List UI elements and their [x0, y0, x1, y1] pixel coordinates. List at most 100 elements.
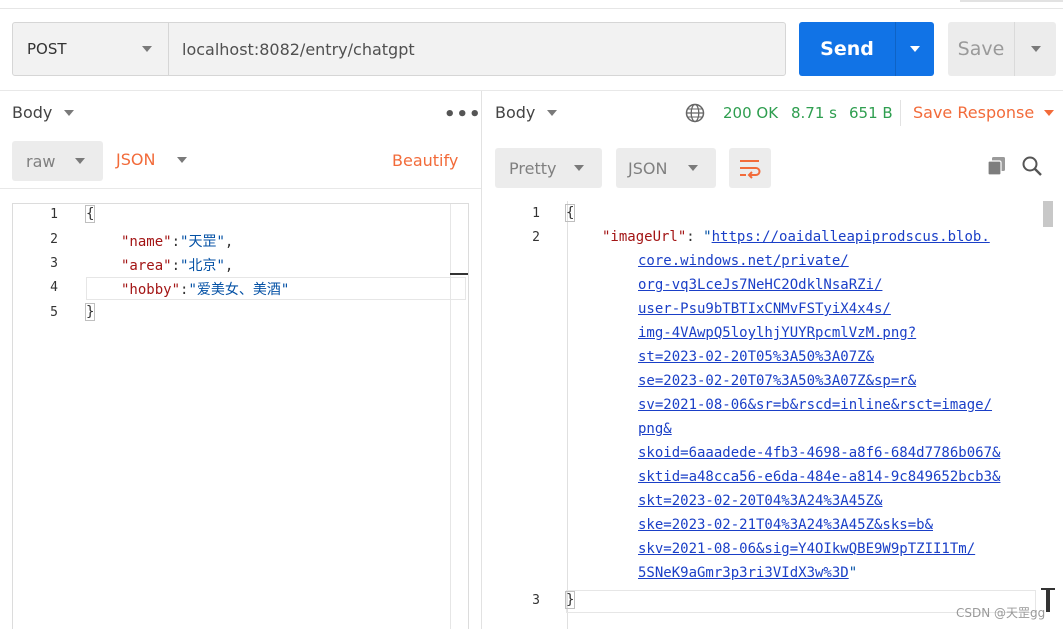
save-options-button[interactable] — [1014, 22, 1056, 76]
body-mode-select[interactable]: raw — [12, 141, 103, 181]
close-brace: } — [564, 591, 576, 609]
image-url-link[interactable]: ske=2023-02-21T04%3A24%3A45Z&sks=b& — [638, 517, 933, 533]
response-body-tab[interactable]: Body — [495, 103, 558, 122]
chevron-down-icon — [64, 109, 75, 116]
more-dots-icon[interactable]: ••• — [444, 104, 482, 125]
json-comma: , — [224, 258, 234, 274]
image-url-link[interactable]: se=2023-02-20T07%3A50%3A07Z&sp=r& — [638, 373, 916, 389]
status-divider — [900, 100, 901, 126]
response-body-label: Body — [495, 103, 536, 122]
response-size[interactable]: 651 B — [849, 104, 893, 122]
image-url-link[interactable]: img-4VAwpQ5loylhjYUYRpcmlVzM.png? — [638, 325, 916, 341]
top-border — [0, 0, 1063, 9]
viewer-scrollbar-thumb[interactable] — [1043, 201, 1053, 227]
response-url-last-line: 5SNeK9aGmr3p3ri3VIdX3w%3D" — [638, 565, 857, 581]
send-button-group: Send — [799, 22, 934, 76]
toolbar-divider — [0, 90, 1063, 91]
close-brace: } — [84, 303, 96, 321]
image-url-link[interactable]: core.windows.net/private/ — [638, 253, 849, 269]
response-open-brace: { — [564, 204, 576, 222]
wrap-lines-button[interactable] — [729, 148, 771, 188]
chevron-down-icon — [574, 165, 584, 171]
send-options-button[interactable] — [895, 22, 934, 76]
code-line: "hobby":"爱美女、美酒" — [121, 279, 289, 299]
json-colon: : — [171, 234, 181, 250]
line-number: 2 — [50, 232, 58, 247]
chevron-down-icon — [75, 158, 85, 164]
image-url-link[interactable]: skt=2023-02-20T04%3A24%3A45Z& — [638, 493, 882, 509]
json-comma: , — [224, 234, 234, 250]
code-line: "name":"天罡", — [121, 231, 233, 251]
status-code[interactable]: 200 OK — [723, 104, 778, 122]
request-url-bar: POST localhost:8082/entry/chatgpt — [12, 22, 786, 76]
image-url-link[interactable]: org-vq3LceJs7NeHC2OdklNsaRZi/ — [638, 277, 882, 293]
image-url-link[interactable]: https://oaidalleapiprodscus.blob. — [712, 229, 990, 245]
chevron-down-icon — [688, 165, 698, 171]
json-key: "area" — [121, 258, 172, 274]
send-button[interactable]: Send — [799, 22, 895, 76]
image-url-link[interactable]: skoid=6aaadede-4fb3-4698-a8f6-684d7786b0… — [638, 445, 1000, 461]
editor-scrollbar[interactable] — [450, 204, 468, 629]
copy-icon[interactable] — [986, 155, 1008, 181]
response-time[interactable]: 8.71 s — [791, 104, 837, 122]
line-number: 5 — [50, 305, 58, 320]
chevron-down-icon — [547, 109, 558, 116]
chevron-down-icon — [142, 46, 152, 52]
indent-guide — [567, 201, 568, 629]
image-url-link[interactable]: user-Psu9bTBTIxCNMvFSTyiX4x4s/ — [638, 301, 891, 317]
pane-divider[interactable] — [481, 91, 482, 629]
response-close-brace: } — [564, 591, 576, 609]
save-response-label: Save Response — [913, 103, 1035, 122]
json-colon: : — [171, 258, 181, 274]
line-number: 2 — [532, 230, 540, 245]
json-key: "imageUrl" — [602, 229, 687, 245]
method-select[interactable]: POST — [13, 23, 169, 75]
open-brace: { — [84, 205, 96, 223]
chevron-down-icon — [1044, 109, 1055, 116]
body-format-select[interactable]: JSON — [116, 150, 188, 169]
line-number: 1 — [532, 206, 540, 221]
line-number: 4 — [50, 280, 58, 295]
save-response-button[interactable]: Save Response — [913, 103, 1055, 122]
image-url-link[interactable]: 5SNeK9aGmr3p3ri3VIdX3w%3D — [638, 565, 849, 581]
request-body-editor[interactable] — [12, 203, 469, 629]
view-mode-label: Pretty — [509, 158, 557, 178]
chevron-down-icon — [177, 156, 188, 163]
watermark: CSDN @天罡gg — [956, 606, 1046, 620]
code-line: "area":"北京", — [121, 255, 233, 275]
globe-icon[interactable] — [684, 102, 706, 128]
line-number: 3 — [532, 593, 540, 608]
response-format-select[interactable]: JSON — [616, 148, 716, 188]
request-body-label: Body — [12, 103, 53, 122]
line-number: 3 — [50, 256, 58, 271]
json-value: "爱美女、美酒" — [188, 282, 290, 298]
image-url-link[interactable]: skv=2021-08-06&sig=Y4OIkwQBE9W9pTZII1Tm/ — [638, 541, 975, 557]
json-key: "name" — [121, 234, 172, 250]
search-icon[interactable] — [1021, 155, 1043, 181]
method-label: POST — [27, 40, 67, 58]
json-key: "hobby" — [121, 282, 181, 298]
text-cursor — [450, 273, 468, 275]
url-input[interactable]: localhost:8082/entry/chatgpt — [169, 23, 785, 75]
image-url-link[interactable]: png& — [638, 421, 672, 437]
image-url-link[interactable]: sktid=a48cca56-e6da-484e-a814-9c849652bc… — [638, 469, 1000, 485]
save-button-group: Save — [948, 22, 1056, 76]
code-line: } — [84, 303, 96, 321]
view-mode-select[interactable]: Pretty — [495, 148, 602, 188]
json-value: "北京" — [180, 258, 225, 274]
open-brace: { — [564, 204, 576, 222]
beautify-button[interactable]: Beautify — [392, 151, 458, 170]
line-number: 1 — [50, 207, 58, 222]
image-url-link[interactable]: sv=2021-08-06&sr=b&rscd=inline&rsct=imag… — [638, 397, 992, 413]
request-body-tab[interactable]: Body — [12, 103, 75, 122]
url-text: localhost:8082/entry/chatgpt — [182, 39, 415, 59]
body-mode-label: raw — [26, 151, 56, 171]
image-url-link[interactable]: st=2023-02-20T05%3A50%3A07Z& — [638, 349, 874, 365]
json-quote: " — [848, 565, 858, 581]
save-button[interactable]: Save — [948, 22, 1014, 76]
response-key-line: "imageUrl": "https://oaidalleapiprodscus… — [602, 229, 990, 245]
response-format-label: JSON — [628, 158, 668, 178]
tab-strip-edge — [960, 0, 1063, 2]
body-options-divider — [0, 188, 481, 189]
wrap-lines-icon — [740, 160, 761, 179]
